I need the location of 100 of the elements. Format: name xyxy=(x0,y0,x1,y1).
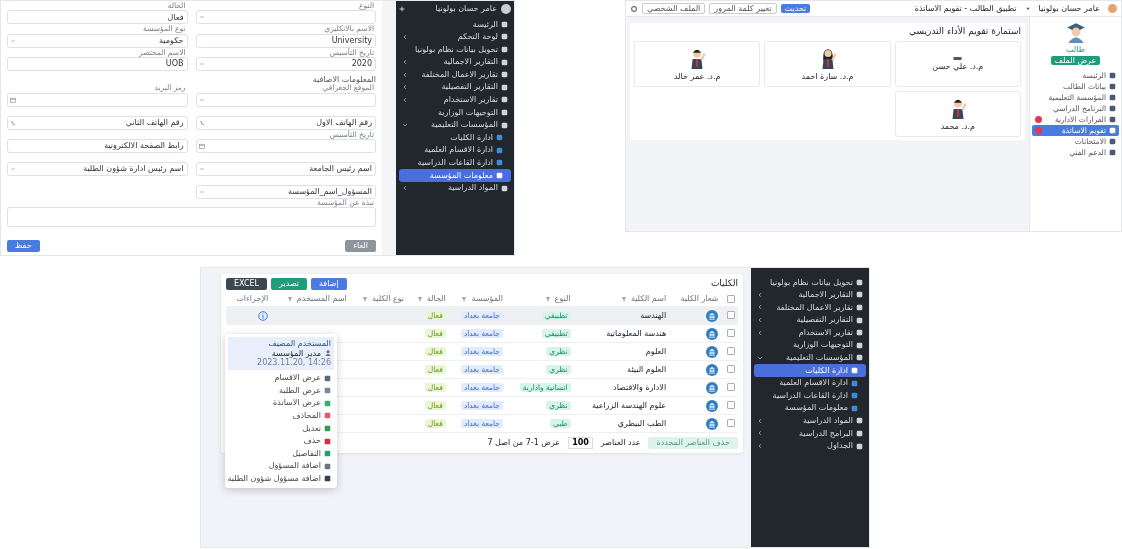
save-button[interactable]: حفظ xyxy=(7,240,40,252)
sidebar-item[interactable]: التوجيهات الوزارية xyxy=(399,106,511,119)
sidebar-item[interactable]: الرئيسة xyxy=(399,18,511,31)
column-header[interactable]: نوع الكلية xyxy=(371,294,405,304)
checkbox[interactable] xyxy=(727,419,735,428)
sidebar-subitem[interactable]: ادارة الكليات xyxy=(399,131,511,144)
sidebar-item[interactable]: التقارير التفصيلية xyxy=(754,313,866,327)
user-name[interactable]: عامر حسان بولونيا xyxy=(435,4,497,14)
input-field[interactable]: المسؤول_اسم_المؤسسة xyxy=(195,184,376,199)
teacher-card[interactable]: م.د. محمد xyxy=(894,90,1021,137)
menu-item[interactable]: اضافة مسؤول شؤون الطلبة xyxy=(225,472,337,486)
checkbox[interactable] xyxy=(727,294,735,303)
checkbox[interactable] xyxy=(727,401,735,410)
teacher-card[interactable]: م.د. سارة احمد xyxy=(764,40,891,87)
input-field[interactable]: اسم رئيس الجامعة xyxy=(195,161,376,176)
menu-time: 2023.11.20, 14:26 xyxy=(257,358,331,368)
menu-item[interactable]: المحاذف xyxy=(225,409,337,423)
sidebar-item[interactable]: المواد الدراسية xyxy=(754,414,866,428)
square-icon xyxy=(501,83,508,91)
menu-item[interactable]: حذف xyxy=(225,434,337,448)
checkbox[interactable] xyxy=(727,329,735,338)
header-button[interactable]: الملف الشخصي xyxy=(642,2,706,15)
sidebar-item[interactable]: تحويل بيانات نظام بولونيا xyxy=(399,43,511,56)
menu-item[interactable]: عرض الطلبة xyxy=(225,384,337,397)
table-cell: العلوم xyxy=(573,342,670,361)
sidebar-item[interactable]: التقارير الاجمالية xyxy=(754,288,866,302)
input-field[interactable]: UOB xyxy=(7,56,188,71)
menu-item[interactable]: عرض الاساتذة xyxy=(225,396,337,410)
input-field[interactable] xyxy=(7,92,188,107)
square-icon xyxy=(501,121,508,129)
sidebar-item[interactable]: تقارير الاعمال المختلفة xyxy=(399,68,511,81)
menu-item[interactable]: التفاصيل xyxy=(225,447,337,460)
sidebar-item[interactable]: البرامج الدراسية xyxy=(754,427,866,440)
checkbox[interactable] xyxy=(727,365,735,374)
toolbar-button[interactable]: إضافة xyxy=(311,278,347,290)
teacher-card[interactable]: م.د. عمر خالد xyxy=(634,40,761,87)
sidebar-item[interactable]: المؤسسات التعليمية xyxy=(399,118,511,132)
square-icon xyxy=(856,417,863,425)
graduate-drawing xyxy=(1064,20,1087,44)
input-field[interactable]: 2020 xyxy=(195,56,376,71)
sidebar-item[interactable]: المواد الدراسية xyxy=(399,181,511,195)
column-header[interactable]: المؤسسة xyxy=(471,294,503,304)
column-header[interactable]: الحالة xyxy=(426,294,446,304)
sidebar-subitem[interactable]: ادارة القاعات الدراسية xyxy=(399,156,511,170)
column-header[interactable]: شعار الكلية xyxy=(680,294,719,304)
sidebar-subitem[interactable]: ادارة الاقسام العلمية xyxy=(399,143,511,157)
square-icon xyxy=(501,46,508,53)
square-icon xyxy=(501,20,508,28)
input-field[interactable]: حكومية xyxy=(7,33,188,48)
user-name[interactable]: عامر حسان بولونيا xyxy=(1038,3,1100,14)
teacher-card[interactable]: م.د. علي حسن xyxy=(894,40,1021,87)
page-size-select[interactable]: 100 xyxy=(568,437,593,449)
checkbox[interactable] xyxy=(727,347,735,356)
input-field[interactable] xyxy=(195,138,376,153)
header-button[interactable]: تغيير كلمة المرور xyxy=(709,2,777,15)
column-header[interactable]: اسم الكلية xyxy=(630,294,667,304)
sidebar-subitem[interactable]: ادارة القاعات الدراسية xyxy=(754,389,866,402)
square-icon xyxy=(856,278,863,286)
sidebar-item[interactable]: التوجيهات الوزارية xyxy=(754,338,866,352)
column-header[interactable]: النوع xyxy=(554,294,571,304)
sidebar-item[interactable]: التقارير التفصيلية xyxy=(399,80,511,94)
input-field[interactable]: رابط الصفحة الالكترونية xyxy=(7,138,188,153)
university-logo-icon xyxy=(706,399,719,412)
input-field[interactable]: اسم رئيس ادارة شؤون الطلبة xyxy=(7,161,188,176)
user-icon xyxy=(325,350,331,357)
table-cell: علوم الهندسة الزراعية xyxy=(573,396,670,415)
input-field[interactable]: University xyxy=(195,33,376,48)
sidebar-item[interactable]: تقارير الاستخدام xyxy=(754,326,866,339)
form-title: استمارة تقويم الأداء التدريسي xyxy=(908,26,1021,37)
checkbox[interactable] xyxy=(727,383,735,392)
menu-item[interactable]: اضافة المسؤول xyxy=(225,459,337,473)
sidebar-item[interactable]: تقارير الاستخدام xyxy=(399,93,511,107)
sidebar-item[interactable]: الجداول xyxy=(754,439,866,453)
sidebar-subitem[interactable]: ادارة الاقسام العلمية xyxy=(754,376,866,390)
header-button[interactable]: تحديث xyxy=(780,3,811,14)
input-field[interactable] xyxy=(195,92,376,107)
university-logo-icon xyxy=(706,417,719,430)
input-field[interactable]: رقم الهاتف الثاني xyxy=(7,115,188,130)
menu-item[interactable]: تعديل xyxy=(225,422,337,435)
sidebar-item[interactable]: تحويل بيانات نظام بولونيا xyxy=(754,276,866,289)
toolbar-button[interactable]: EXCEL xyxy=(226,278,268,290)
column-header[interactable]: اسم المستخدم xyxy=(296,294,347,304)
input-field[interactable]: رقم الهاتف الاول xyxy=(195,115,376,130)
sidebar-item[interactable]: التقارير الاجمالية xyxy=(399,55,511,69)
menu-item[interactable]: عرض الاقسام xyxy=(225,371,337,385)
sidebar-subitem[interactable]: ادارة الكليات xyxy=(754,364,866,377)
square-icon xyxy=(1109,105,1116,113)
sidebar-item[interactable]: تقارير الاعمال المختلفة xyxy=(754,301,866,314)
text-area[interactable] xyxy=(7,207,376,228)
sidebar-subitem[interactable]: معلومات المؤسسة xyxy=(399,169,511,182)
input-field[interactable]: فعال xyxy=(7,10,188,25)
sidebar-item[interactable]: لوحة التحكم xyxy=(399,30,511,44)
dash-icon xyxy=(198,96,205,103)
input-field[interactable] xyxy=(195,10,376,25)
column-header[interactable]: الإجراءات xyxy=(236,294,269,304)
calendar-icon xyxy=(198,142,205,149)
dash-icon xyxy=(198,165,205,172)
sidebar-subitem[interactable]: معلومات المؤسسة xyxy=(754,401,866,415)
sidebar-item[interactable]: المؤسسات التعليمية xyxy=(754,351,866,365)
checkbox[interactable] xyxy=(727,311,735,320)
